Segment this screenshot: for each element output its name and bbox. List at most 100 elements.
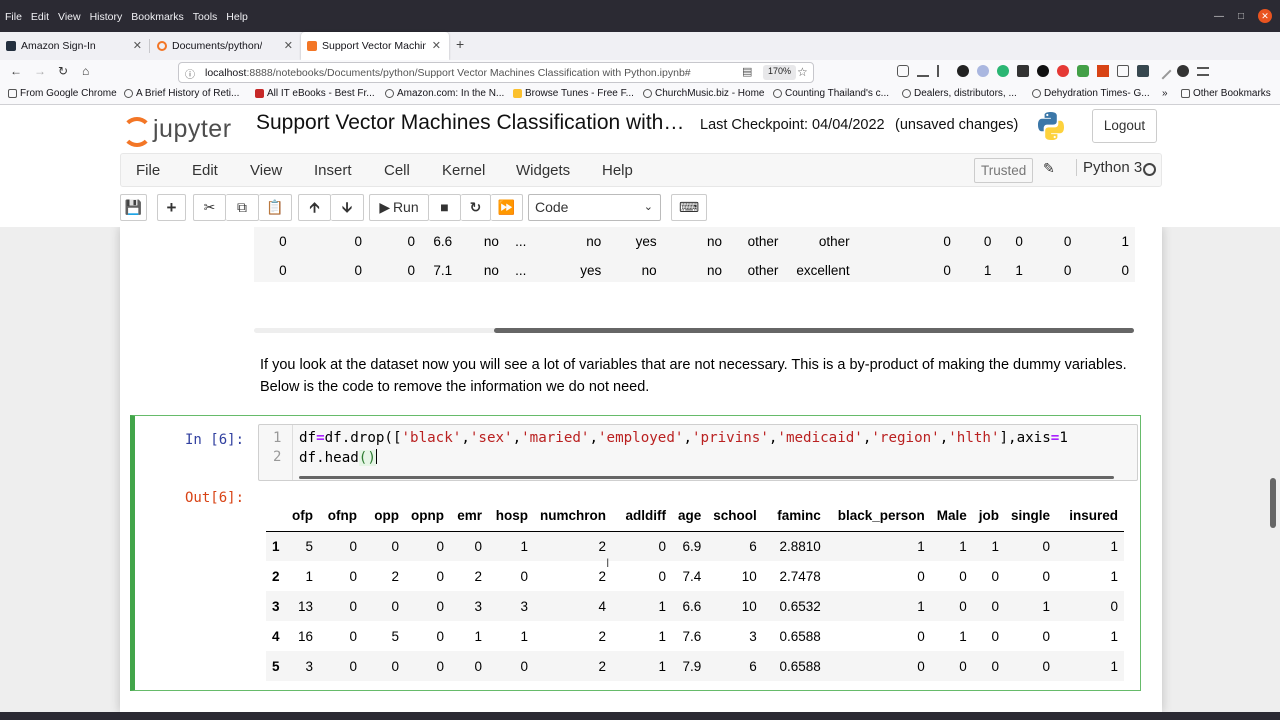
- bookmark-item[interactable]: A Brief History of Reti...: [124, 88, 239, 99]
- url-text[interactable]: localhost:8888/notebooks/Documents/pytho…: [205, 67, 691, 79]
- extension-black-icon[interactable]: [1037, 65, 1049, 77]
- menu-edit[interactable]: Edit: [31, 11, 49, 23]
- nb-menu-help[interactable]: Help: [602, 162, 633, 179]
- back-icon[interactable]: ←: [10, 64, 22, 78]
- minimize-icon[interactable]: —: [1214, 11, 1224, 22]
- bookmark-item[interactable]: Browse Tunes - Free F...: [513, 88, 634, 99]
- move-up-button[interactable]: 🡩: [298, 194, 331, 221]
- home-icon[interactable]: ⌂: [82, 64, 89, 78]
- nb-menu-insert[interactable]: Insert: [314, 162, 352, 179]
- editor-horizontal-scrollbar[interactable]: [299, 476, 1114, 479]
- tab-close-icon[interactable]: ✕: [432, 39, 441, 52]
- paste-button[interactable]: 📋: [259, 194, 292, 221]
- notebook-title[interactable]: Support Vector Machines Classification w…: [256, 111, 684, 135]
- restart-kernel-button[interactable]: ↻: [461, 194, 491, 221]
- extension-green-icon[interactable]: [997, 65, 1009, 77]
- code-line-1[interactable]: df=df.drop(['black','sex','maried','empl…: [299, 430, 1068, 446]
- jupyter-logo[interactable]: jupyter: [122, 111, 232, 147]
- checkpoint-status: Last Checkpoint: 04/04/2022: [700, 117, 885, 133]
- output-horizontal-scrollbar[interactable]: [494, 328, 1134, 333]
- extension-dark-icon[interactable]: [957, 65, 969, 77]
- menu-file[interactable]: File: [5, 11, 22, 23]
- cut-button[interactable]: ✂: [193, 194, 226, 221]
- nb-menu-widgets[interactable]: Widgets: [516, 162, 570, 179]
- reload-icon[interactable]: ↻: [58, 64, 68, 78]
- url-bar[interactable]: ⓘ localhost:8888/notebooks/Documents/pyt…: [178, 62, 814, 83]
- extension-box-icon[interactable]: [1137, 65, 1149, 77]
- text-extension-icon[interactable]: [1097, 65, 1109, 77]
- tab-documents[interactable]: Documents/python/ ✕: [151, 32, 301, 60]
- bookmark-folder-other[interactable]: Other Bookmarks: [1181, 88, 1271, 99]
- table-cell: 6.6: [433, 234, 453, 249]
- page-vertical-scrollbar[interactable]: [1270, 478, 1276, 528]
- save-button[interactable]: 💾: [120, 194, 147, 221]
- menu-tools[interactable]: Tools: [193, 11, 218, 23]
- tab-close-icon[interactable]: ✕: [284, 39, 293, 52]
- menu-bookmarks[interactable]: Bookmarks: [131, 11, 184, 23]
- interrupt-kernel-button[interactable]: ■: [429, 194, 461, 221]
- nb-menu-view[interactable]: View: [250, 162, 282, 179]
- bookmark-item[interactable]: ChurchMusic.biz - Home: [643, 88, 764, 99]
- downloads-icon[interactable]: [917, 65, 929, 77]
- new-tab-icon[interactable]: +: [456, 36, 464, 52]
- nb-menu-kernel[interactable]: Kernel: [442, 162, 485, 179]
- extension-layers-icon[interactable]: [1017, 65, 1029, 77]
- bookmark-item[interactable]: Dehydration Times- G...: [1032, 88, 1150, 99]
- extension-blue-icon[interactable]: [977, 65, 989, 77]
- pocket-icon[interactable]: [897, 65, 909, 77]
- kernel-name[interactable]: Python 3: [1076, 159, 1142, 176]
- table-cell: 1: [658, 628, 666, 644]
- nb-menu-file[interactable]: File: [136, 162, 160, 179]
- table-cell: 0: [658, 568, 666, 584]
- jupyter-rings-icon: [122, 114, 152, 147]
- close-window-icon[interactable]: ✕: [1258, 9, 1272, 23]
- logout-button[interactable]: Logout: [1092, 109, 1157, 143]
- bookmark-item[interactable]: All IT eBooks - Best Fr...: [255, 88, 375, 99]
- nb-menu-cell[interactable]: Cell: [384, 162, 410, 179]
- code-cell-selected[interactable]: In [6]: 1 2 df=df.drop(['black','sex','m…: [130, 415, 1141, 691]
- zoom-level-badge[interactable]: 170%: [763, 65, 797, 80]
- table-cell: 2: [598, 628, 606, 644]
- forward-icon[interactable]: →: [34, 64, 46, 78]
- restart-run-all-button[interactable]: ⏩: [491, 194, 523, 221]
- move-down-button[interactable]: 🡫: [331, 194, 364, 221]
- pen-extension-icon[interactable]: [1154, 62, 1172, 80]
- bookmarks-overflow-icon[interactable]: »: [1162, 88, 1168, 99]
- hamburger-menu-icon[interactable]: [1197, 66, 1209, 76]
- menu-help[interactable]: Help: [226, 11, 248, 23]
- code-line-2[interactable]: df.head(): [299, 449, 377, 466]
- menu-view[interactable]: View: [58, 11, 81, 23]
- bookmark-item[interactable]: Amazon.com: In the N...: [385, 88, 504, 99]
- bookmark-item[interactable]: Counting Thailand's c...: [773, 88, 889, 99]
- screenshot-icon[interactable]: [1117, 65, 1129, 77]
- table-cell: 0: [1015, 234, 1023, 249]
- bookmark-item[interactable]: Dealers, distributors, ...: [902, 88, 1017, 99]
- tab-notebook-active[interactable]: Support Vector Machines ✕: [301, 32, 449, 60]
- reader-view-icon[interactable]: ▤: [742, 65, 752, 78]
- bookmark-star-icon[interactable]: ☆: [797, 65, 808, 79]
- maximize-icon[interactable]: □: [1238, 11, 1244, 22]
- folder-icon: [8, 89, 17, 98]
- trusted-indicator[interactable]: Trusted: [974, 158, 1034, 183]
- library-icon[interactable]: [937, 65, 949, 77]
- extension-c-icon[interactable]: [1177, 65, 1189, 77]
- nb-menu-edit[interactable]: Edit: [192, 162, 218, 179]
- shield-icon[interactable]: [1077, 65, 1089, 77]
- table-cell: 0: [349, 598, 357, 614]
- copy-button[interactable]: ⧉: [226, 194, 259, 221]
- site-info-icon[interactable]: ⓘ: [185, 66, 195, 81]
- cell-type-select[interactable]: Code ⌄: [528, 194, 661, 221]
- table-cell: 1: [959, 628, 967, 644]
- run-button[interactable]: ▶ Run: [369, 194, 429, 221]
- table-body: 1 5 0 0 0 0 1 2 0 6.9 6 2.8810 1 1 1 0 1 2 1 0 2 0 2 0 2 0 7.4 10 2.…: [266, 531, 1125, 681]
- bookmark-folder-google-chrome[interactable]: From Google Chrome: [8, 88, 117, 99]
- line-number-gutter: 1 2: [259, 425, 293, 480]
- tab-amazon[interactable]: Amazon Sign-In ✕: [0, 32, 150, 60]
- tab-close-icon[interactable]: ✕: [133, 39, 142, 52]
- code-editor[interactable]: 1 2 df=df.drop(['black','sex','maried','…: [258, 424, 1138, 481]
- notebook-scroll-area[interactable]: 0 0 0 6.6 no ... no yes no other other 0…: [0, 227, 1280, 712]
- adblock-icon[interactable]: [1057, 65, 1069, 77]
- command-palette-button[interactable]: ⌨: [671, 194, 707, 221]
- menu-history[interactable]: History: [90, 11, 123, 23]
- insert-cell-button[interactable]: +: [157, 194, 186, 221]
